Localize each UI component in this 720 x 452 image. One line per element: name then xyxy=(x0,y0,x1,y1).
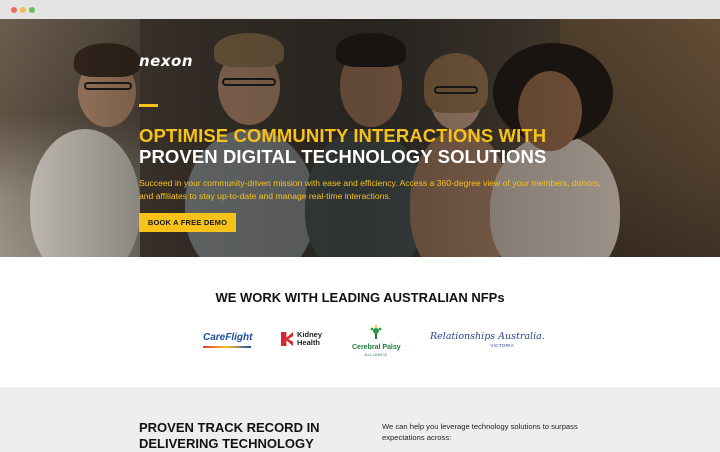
careflight-logo-text: CareFlight xyxy=(203,332,253,343)
hero-headline-line2: PROVEN DIGITAL TECHNOLOGY SOLUTIONS xyxy=(139,146,547,167)
careflight-logo: CareFlight xyxy=(203,332,253,348)
cerebral-palsy-line1: Cerebral Palsy xyxy=(352,344,401,351)
track-record-section: PROVEN TRACK RECORD IN DELIVERING TECHNO… xyxy=(0,387,720,452)
maximize-window-dot[interactable] xyxy=(29,7,35,13)
nexon-logo[interactable]: nexon xyxy=(139,52,193,70)
hero-section: nexon OPTIMISE COMMUNITY INTERACTIONS WI… xyxy=(0,19,720,257)
relationships-australia-logo: Relationships Australia. VICTORIA xyxy=(430,331,545,348)
cerebral-palsy-alliance-logo: Cerebral Palsy ALLIANCE xyxy=(352,325,401,357)
partners-section: WE WORK WITH LEADING AUSTRALIAN NFPs Car… xyxy=(0,257,720,387)
hero-headline-line1: OPTIMISE COMMUNITY INTERACTIONS WITH xyxy=(139,125,547,146)
browser-chrome xyxy=(0,0,720,19)
track-record-title-line2: DELIVERING TECHNOLOGY xyxy=(139,436,314,451)
cerebral-palsy-line2: ALLIANCE xyxy=(364,352,388,357)
kidney-health-mark-icon xyxy=(281,332,293,346)
relationships-australia-line1: Relationships Australia. xyxy=(430,331,545,342)
kidney-health-line2: Health xyxy=(297,338,320,347)
accent-bar xyxy=(139,104,158,107)
hero-subtext-line1: Succeed in your community-driven mission… xyxy=(139,178,601,188)
book-demo-button[interactable]: BOOK A FREE DEMO xyxy=(139,213,236,232)
partners-title: WE WORK WITH LEADING AUSTRALIAN NFPs xyxy=(215,290,505,305)
minimize-window-dot[interactable] xyxy=(20,7,26,13)
track-record-text-line2: expectations across: xyxy=(382,433,452,442)
track-record-title-line1: PROVEN TRACK RECORD IN xyxy=(139,420,320,435)
close-window-dot[interactable] xyxy=(11,7,17,13)
hero-subtext-line2: and affiliates to stay up-to-date and ma… xyxy=(139,191,392,201)
tree-icon xyxy=(370,325,382,339)
relationships-australia-line2: VICTORIA xyxy=(490,343,514,348)
track-record-text-line1: We can help you leverage technology solu… xyxy=(382,422,578,431)
